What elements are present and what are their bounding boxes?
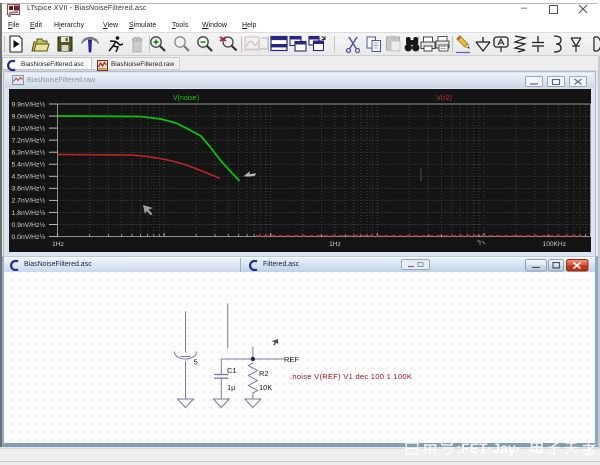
svg-text:10K: 10K (259, 383, 272, 392)
svg-text:V(noise): V(noise) (173, 95, 199, 102)
svg-text:1.8nV/Hz½: 1.8nV/Hz½ (12, 209, 46, 217)
svg-text:4.5nV/Hz½: 4.5nV/Hz½ (12, 173, 46, 181)
svg-text:9.9nV/Hz½: 9.9nV/Hz½ (12, 100, 46, 108)
svg-text:5: 5 (194, 358, 198, 367)
svg-text:0.9nV/Hz½: 0.9nV/Hz½ (12, 221, 46, 229)
svg-text:1µ: 1µ (227, 383, 236, 392)
svg-text:REF: REF (284, 355, 299, 364)
svg-text:5.4nV/Hz½: 5.4nV/Hz½ (12, 161, 46, 169)
svg-text::FET·Jay·: :FET·Jay· (456, 441, 520, 456)
svg-text:R2: R2 (259, 369, 269, 378)
svg-text:9.0nV/Hz½: 9.0nV/Hz½ (12, 112, 46, 120)
svg-text:.noise V(REF) V1 dec 100 1 100: .noise V(REF) V1 dec 100 1 100K (290, 372, 412, 381)
svg-text:6.3nV/Hz½: 6.3nV/Hz½ (12, 149, 46, 157)
svg-text:3.6nV/Hz½: 3.6nV/Hz½ (12, 185, 46, 193)
svg-text:0.0nV/Hz½: 0.0nV/Hz½ (12, 233, 46, 241)
svg-text:1Hz: 1Hz (52, 241, 64, 248)
svg-text:1Hz: 1Hz (329, 241, 341, 248)
svg-text:8.1nV/Hz½: 8.1nV/Hz½ (12, 124, 46, 132)
svg-text:C1: C1 (227, 366, 237, 375)
svg-text:V(r2): V(r2) (436, 95, 452, 102)
svg-text:100KHz: 100KHz (543, 241, 566, 248)
svg-text:7.2nV/Hz½: 7.2nV/Hz½ (12, 136, 46, 144)
svg-text:2.7nV/Hz½: 2.7nV/Hz½ (12, 197, 46, 205)
